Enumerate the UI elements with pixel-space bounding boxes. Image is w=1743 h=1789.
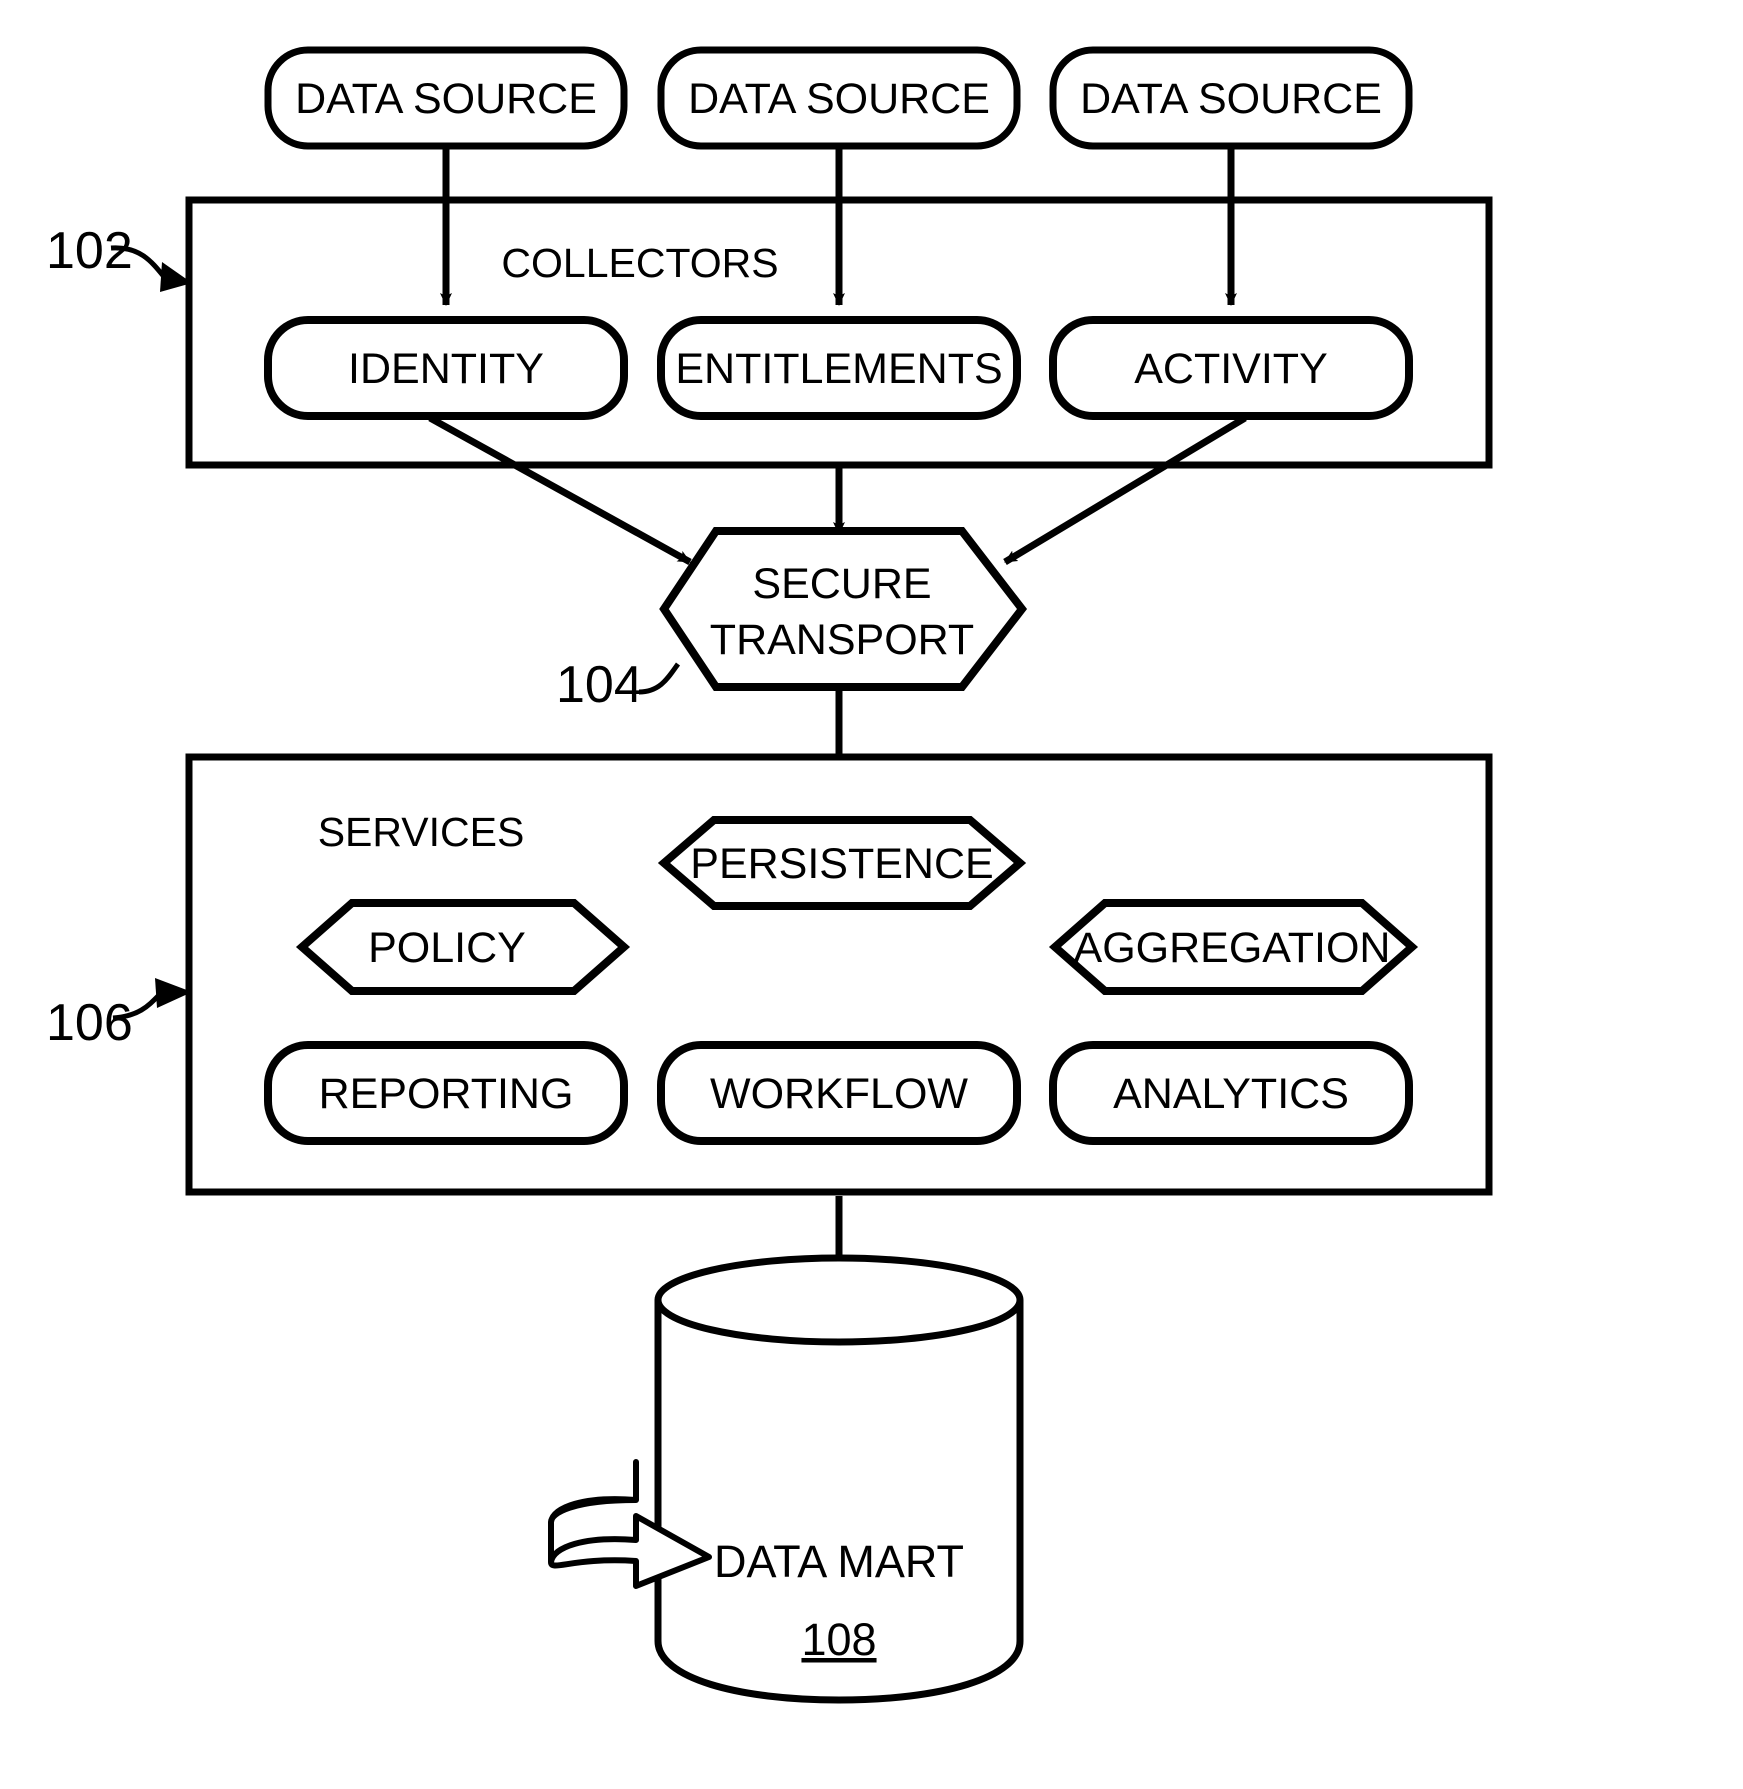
- patent-diagram: DATA SOURCE DATA SOURCE DATA SOURCE COLL…: [46, 46, 1493, 1704]
- collector-entitlements-label: ENTITLEMENTS: [675, 345, 1002, 393]
- collector-activity-label: ACTIVITY: [1134, 345, 1328, 393]
- service-persistence[interactable]: PERSISTENCE: [657, 816, 1027, 910]
- ref-106-label: 106: [46, 994, 133, 1052]
- ref-102-label: 102: [46, 222, 133, 280]
- ref-104-leader: [638, 662, 681, 695]
- collector-identity[interactable]: IDENTITY: [264, 316, 628, 420]
- service-workflow[interactable]: WORKFLOW: [657, 1041, 1021, 1145]
- service-reporting-label: REPORTING: [319, 1070, 574, 1118]
- secure-transport-label-line1: SECURE: [752, 560, 931, 608]
- collector-activity[interactable]: ACTIVITY: [1049, 316, 1413, 420]
- data-source-3-label: DATA SOURCE: [1080, 75, 1382, 123]
- figure-canvas: DATA SOURCE DATA SOURCE DATA SOURCE COLL…: [0, 0, 1743, 1789]
- service-persistence-label: PERSISTENCE: [690, 840, 993, 888]
- data-mart-label: DATA MART: [714, 1536, 964, 1587]
- data-mart-ref-label: 108: [801, 1614, 876, 1665]
- ref-104-label: 104: [556, 656, 643, 714]
- service-policy[interactable]: POLICY: [295, 899, 631, 995]
- service-analytics[interactable]: ANALYTICS: [1049, 1041, 1413, 1145]
- data-source-2[interactable]: DATA SOURCE: [657, 46, 1021, 150]
- secure-transport-label-line2: TRANSPORT: [710, 616, 974, 664]
- data-mart-top-ellipse: [654, 1254, 1024, 1346]
- services-title: SERVICES: [318, 809, 525, 855]
- service-aggregation[interactable]: AGGREGATION: [1048, 899, 1419, 995]
- collector-entitlements[interactable]: ENTITLEMENTS: [657, 316, 1021, 420]
- collector-identity-label: IDENTITY: [348, 345, 544, 393]
- secure-transport-node[interactable]: SECURE TRANSPORT: [659, 527, 1028, 691]
- service-aggregation-label: AGGREGATION: [1074, 924, 1391, 972]
- data-mart-node[interactable]: DATA MART 108: [654, 1254, 1024, 1704]
- service-analytics-label: ANALYTICS: [1113, 1070, 1349, 1118]
- collectors-title: COLLECTORS: [501, 240, 778, 286]
- data-source-1-label: DATA SOURCE: [295, 75, 597, 123]
- data-source-2-label: DATA SOURCE: [688, 75, 990, 123]
- service-reporting[interactable]: REPORTING: [264, 1041, 628, 1145]
- service-workflow-label: WORKFLOW: [710, 1070, 968, 1118]
- service-policy-label: POLICY: [368, 924, 526, 972]
- data-source-3[interactable]: DATA SOURCE: [1049, 46, 1413, 150]
- data-source-1[interactable]: DATA SOURCE: [264, 46, 628, 150]
